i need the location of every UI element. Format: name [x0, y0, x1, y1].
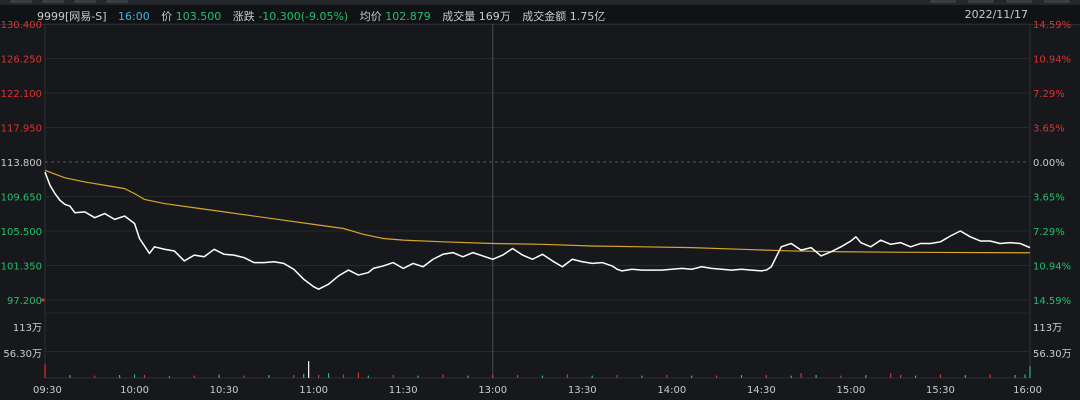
x-tick-label: 11:30	[389, 385, 418, 396]
x-tick-label: 14:30	[747, 385, 776, 396]
y-tick-label: 97.200	[7, 296, 42, 307]
y-tick-label: 109.650	[1, 193, 42, 204]
volume-tick-label-right: 113万	[1033, 323, 1062, 334]
stock-chart-window: 9999[网易-S] 16:00 价 103.500 涨跌 -10.300(-9…	[0, 0, 1080, 400]
x-tick-label: 13:00	[478, 385, 507, 396]
y-tick-label: 130.400	[1, 20, 42, 31]
y-tick-label-pct: 14.59%	[1033, 296, 1071, 307]
x-tick-label: 14:00	[657, 385, 686, 396]
y-tick-label-pct: 7.29%	[1033, 89, 1065, 100]
intraday-chart[interactable]: 130.400 14.59% 126.250 10.94% 122.100 7.29% 11…	[0, 0, 1080, 400]
y-tick-label: 101.350	[1, 262, 42, 273]
y-tick-label: 126.250	[1, 55, 42, 66]
y-tick-label: 105.500	[1, 227, 42, 238]
volume-tick-label-right: 56.30万	[1033, 349, 1072, 360]
y-tick-label-pct: 0.00%	[1033, 158, 1065, 169]
y-tick-label-pct: 10.94%	[1033, 55, 1071, 66]
x-tick-label: 16:00	[1013, 385, 1042, 396]
y-tick-label: 117.950	[1, 124, 42, 135]
volume-tick-label: 113万	[13, 323, 42, 334]
low-marker-dot	[41, 298, 45, 302]
y-tick-label-pct: 10.94%	[1033, 262, 1071, 273]
y-tick-label-pct: 14.59%	[1033, 20, 1071, 31]
y-tick-label: 122.100	[1, 89, 42, 100]
x-tick-label: 10:30	[210, 385, 239, 396]
x-tick-label: 10:00	[120, 385, 149, 396]
y-tick-label-pct: 3.65%	[1033, 124, 1065, 135]
x-tick-label: 11:00	[299, 385, 328, 396]
x-tick-label: 09:30	[33, 385, 62, 396]
y-tick-label: 113.800	[1, 158, 42, 169]
x-tick-label: 13:30	[568, 385, 597, 396]
chart-frame	[44, 23, 1031, 379]
x-tick-label: 15:00	[836, 385, 865, 396]
y-tick-label-pct: 7.29%	[1033, 227, 1065, 238]
y-tick-label-pct: 3.65%	[1033, 193, 1065, 204]
volume-tick-label: 56.30万	[3, 349, 42, 360]
x-tick-label: 15:30	[926, 385, 955, 396]
